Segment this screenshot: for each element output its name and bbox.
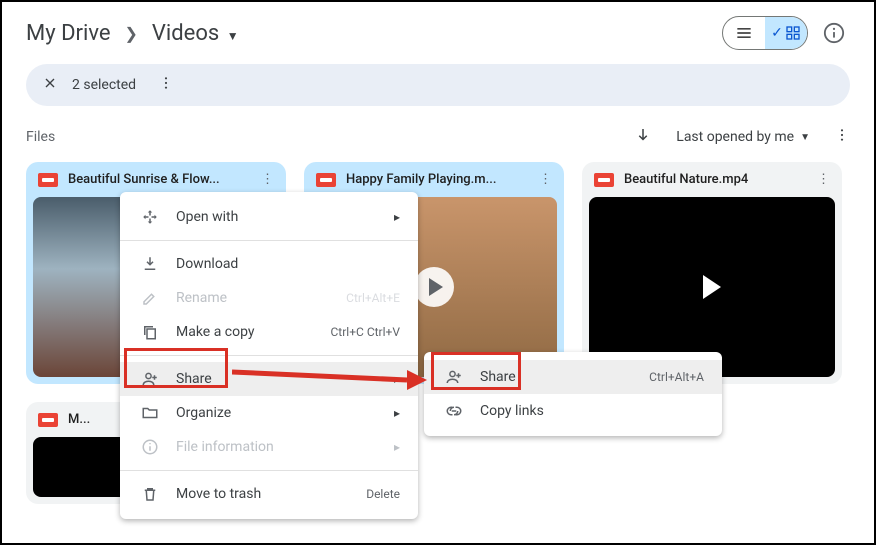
grid-view-button[interactable]: ✓	[765, 17, 807, 49]
grid-icon	[785, 25, 801, 41]
submenu-copy-links[interactable]: Copy links	[424, 394, 722, 428]
video-file-icon	[38, 413, 58, 427]
breadcrumb: My Drive ❯ Videos ▼	[26, 21, 239, 46]
open-with-icon	[141, 208, 159, 226]
menu-label: File information	[176, 439, 394, 455]
trash-icon	[141, 485, 159, 503]
view-toggle: ✓	[722, 16, 808, 50]
breadcrumb-root[interactable]: My Drive	[26, 21, 111, 46]
menu-label: Share	[176, 371, 394, 387]
menu-rename: Rename Ctrl+Alt+E	[120, 281, 418, 315]
sort-label: Last opened by me	[676, 129, 794, 145]
more-vertical-icon	[158, 75, 174, 91]
menu-divider	[120, 470, 418, 471]
play-icon	[414, 267, 454, 307]
menu-label: Move to trash	[176, 486, 366, 502]
sort-dropdown[interactable]: Last opened by me ▼	[676, 129, 810, 145]
menu-shortcut: Ctrl+Alt+E	[346, 291, 400, 305]
pencil-icon	[141, 289, 159, 307]
menu-organize[interactable]: Organize ▸	[120, 396, 418, 430]
chevron-right-icon: ▸	[394, 210, 400, 224]
play-icon	[703, 275, 721, 299]
menu-label: Copy links	[480, 403, 704, 419]
file-card-menu-button[interactable]: ⋮	[817, 172, 830, 187]
selection-count: 2 selected	[72, 77, 136, 93]
video-file-icon	[316, 173, 336, 187]
file-title: Happy Family Playing.m...	[346, 172, 539, 187]
menu-divider	[120, 240, 418, 241]
video-file-icon	[38, 173, 58, 187]
chevron-right-icon: ▸	[394, 406, 400, 420]
video-file-icon	[594, 173, 614, 187]
caret-down-icon: ▼	[800, 132, 810, 143]
file-card-menu-button[interactable]: ⋮	[261, 172, 274, 187]
info-icon	[141, 438, 159, 456]
selection-more-button[interactable]	[158, 75, 174, 95]
clear-selection-button[interactable]	[42, 75, 58, 95]
person-add-icon	[141, 370, 159, 388]
menu-download[interactable]: Download	[120, 247, 418, 281]
folder-icon	[141, 404, 159, 422]
menu-label: Open with	[176, 209, 394, 225]
menu-label: Organize	[176, 405, 394, 421]
files-section-label: Files	[26, 129, 55, 145]
menu-label: Rename	[176, 290, 346, 306]
submenu-share[interactable]: Share Ctrl+Alt+A	[424, 360, 722, 394]
check-icon: ✓	[771, 25, 783, 41]
more-vertical-icon	[834, 127, 850, 143]
share-submenu: Share Ctrl+Alt+A Copy links	[424, 352, 722, 436]
menu-file-info: File information ▸	[120, 430, 418, 464]
close-icon	[42, 75, 58, 91]
context-menu: Open with ▸ Download Rename Ctrl+Alt+E M…	[120, 192, 418, 519]
download-icon	[141, 255, 159, 273]
info-icon	[823, 22, 845, 44]
sort-direction-button[interactable]	[634, 126, 652, 148]
menu-move-to-trash[interactable]: Move to trash Delete	[120, 477, 418, 511]
chevron-right-icon: ▸	[394, 440, 400, 454]
files-more-button[interactable]	[834, 127, 850, 147]
chevron-right-icon: ▸	[394, 372, 400, 386]
list-view-button[interactable]	[723, 17, 765, 49]
menu-label: Download	[176, 256, 400, 272]
person-add-icon	[445, 368, 463, 386]
info-button[interactable]	[818, 17, 850, 49]
selection-bar: 2 selected	[26, 64, 850, 106]
breadcrumb-folder-label: Videos	[152, 21, 219, 46]
menu-make-copy[interactable]: Make a copy Ctrl+C Ctrl+V	[120, 315, 418, 349]
file-thumbnail[interactable]	[589, 197, 835, 377]
file-card-menu-button[interactable]: ⋮	[539, 172, 552, 187]
menu-shortcut: Delete	[366, 487, 400, 501]
file-card[interactable]: Beautiful Nature.mp4 ⋮	[582, 162, 842, 384]
list-icon	[734, 23, 754, 43]
menu-label: Make a copy	[176, 324, 331, 340]
menu-divider	[120, 355, 418, 356]
caret-down-icon: ▼	[227, 29, 239, 43]
menu-shortcut: Ctrl+C Ctrl+V	[331, 325, 401, 339]
link-icon	[445, 402, 463, 420]
menu-open-with[interactable]: Open with ▸	[120, 200, 418, 234]
chevron-right-icon: ❯	[125, 24, 138, 43]
menu-label: Share	[480, 369, 649, 385]
file-title: Beautiful Nature.mp4	[624, 172, 817, 187]
file-title: Beautiful Sunrise & Flow...	[68, 172, 261, 187]
breadcrumb-folder[interactable]: Videos ▼	[152, 21, 239, 46]
menu-shortcut: Ctrl+Alt+A	[649, 370, 704, 384]
menu-share[interactable]: Share ▸	[120, 362, 418, 396]
copy-icon	[141, 323, 159, 341]
arrow-down-icon	[634, 126, 652, 144]
